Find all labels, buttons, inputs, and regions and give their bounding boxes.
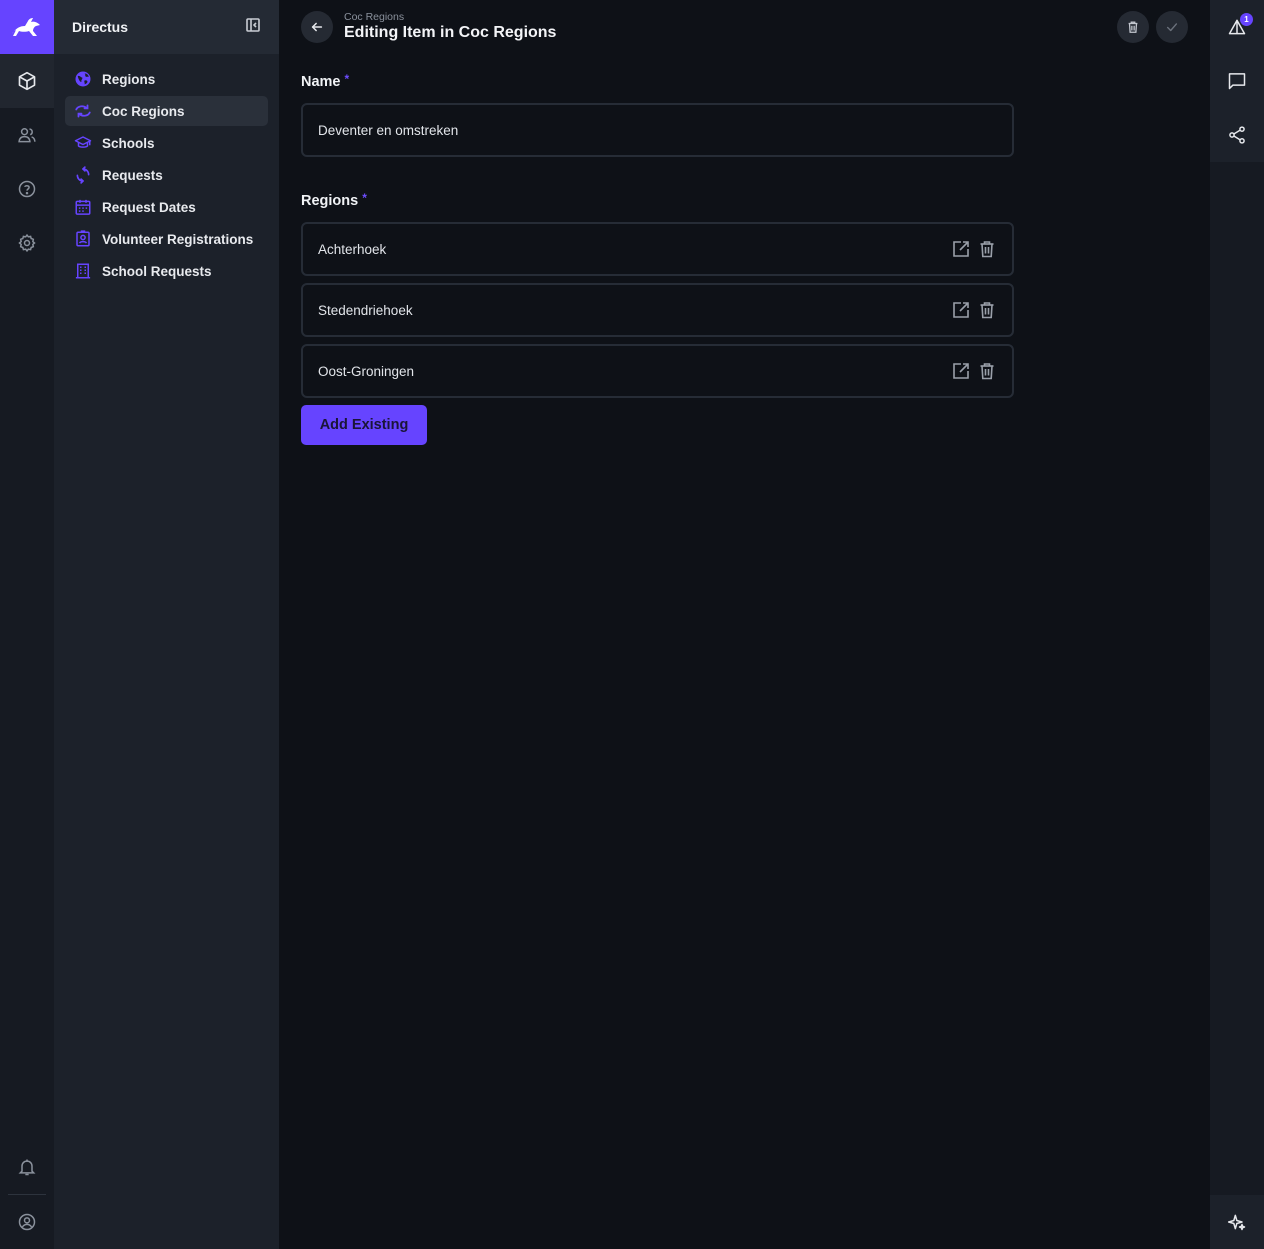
box-icon (18, 71, 36, 91)
account-button[interactable] (0, 1195, 54, 1249)
nav-header: Directus (54, 0, 279, 54)
region-item-actions (952, 300, 996, 320)
name-field-label: Name * (301, 72, 1014, 96)
app: Directus Regions Coc Regions Schools Req… (0, 0, 1264, 1249)
gear-icon (18, 233, 36, 253)
collapse-sidebar-button[interactable] (245, 17, 261, 38)
remove-item-button[interactable] (978, 300, 996, 320)
share-button[interactable] (1210, 108, 1264, 162)
notifications-button[interactable] (0, 1140, 54, 1194)
ai-assistant-button[interactable] (1210, 1195, 1264, 1249)
check-icon (1166, 23, 1178, 32)
building-icon (75, 263, 91, 279)
nav-item-regions[interactable]: Regions (65, 64, 268, 94)
nav-item-label: School Requests (102, 263, 212, 279)
trash-icon (980, 241, 994, 258)
open-item-button[interactable] (952, 361, 970, 381)
regions-list: Achterhoek Stedendriehoek Oost-Groningen (301, 222, 1014, 398)
breadcrumb[interactable]: Coc Regions (344, 11, 404, 23)
contact-card-icon (76, 230, 90, 247)
trash-icon (980, 363, 994, 380)
comments-button[interactable] (1210, 54, 1264, 108)
account-icon (18, 1213, 36, 1231)
regions-label-text: Regions (301, 193, 359, 209)
region-item-label: Oost-Groningen (318, 363, 415, 379)
calendar-icon (75, 199, 91, 215)
right-sidebar: 1 (1210, 0, 1264, 1249)
revisions-badge: 1 (1240, 13, 1253, 26)
globe-icon (75, 71, 91, 87)
module-users[interactable] (0, 108, 54, 162)
arrow-left-icon (311, 22, 323, 32)
module-content[interactable] (0, 54, 54, 108)
page-header: Coc Regions Editing Item in Coc Regions (279, 0, 1210, 54)
nav-item-label: Requests (102, 167, 163, 183)
add-existing-button[interactable]: Add Existing (301, 405, 427, 445)
open-in-new-icon (953, 241, 969, 257)
open-item-button[interactable] (952, 300, 970, 320)
collection-list: Regions Coc Regions Schools Requests Req… (54, 54, 279, 298)
nav-item-label: Request Dates (102, 199, 196, 215)
open-item-button[interactable] (952, 239, 970, 259)
module-settings[interactable] (0, 216, 54, 270)
name-label-text: Name (301, 74, 341, 90)
trash-icon (1128, 21, 1138, 33)
school-icon (74, 136, 92, 148)
region-item-actions (952, 361, 996, 381)
save-button[interactable] (1156, 11, 1188, 43)
sync-icon (75, 104, 91, 118)
nav-item-coc-regions[interactable]: Coc Regions (65, 96, 268, 126)
region-item-actions (952, 239, 996, 259)
regions-field-label: Regions * (301, 191, 1014, 215)
item-form: Name * Deventer en omstreken Regions * A… (301, 72, 1014, 445)
nav-item-request-dates[interactable]: Request Dates (65, 192, 268, 222)
region-item[interactable]: Oost-Groningen (301, 344, 1014, 398)
sidebar-toggle-icon (246, 17, 260, 32)
bell-icon (18, 1159, 36, 1176)
share-icon (1229, 126, 1245, 144)
nav-item-requests[interactable]: Requests (65, 160, 268, 190)
nav-item-label: Volunteer Registrations (102, 231, 254, 247)
refresh-icon (76, 166, 90, 184)
module-help[interactable] (0, 162, 54, 216)
revisions-button[interactable] (1210, 0, 1264, 54)
nav-item-label: Regions (102, 71, 156, 87)
remove-item-button[interactable] (978, 239, 996, 259)
users-icon (18, 127, 36, 143)
comments-icon (1228, 73, 1246, 90)
rabbit-logo-icon (12, 18, 40, 36)
nav-item-schools[interactable]: Schools (65, 128, 268, 158)
help-icon (18, 180, 36, 198)
back-button[interactable] (301, 11, 333, 43)
trash-icon (980, 302, 994, 319)
nav-item-label: Schools (102, 135, 155, 151)
open-in-new-icon (953, 363, 969, 379)
delete-item-button[interactable] (1117, 11, 1149, 43)
remove-item-button[interactable] (978, 361, 996, 381)
name-input[interactable]: Deventer en omstreken (301, 103, 1014, 157)
name-input-value: Deventer en omstreken (318, 122, 459, 138)
module-bar (0, 0, 54, 1249)
directus-logo[interactable] (0, 0, 54, 54)
nav-item-volunteer-registrations[interactable]: Volunteer Registrations (65, 224, 268, 254)
nav-item-label: Coc Regions (102, 103, 185, 119)
project-title: Directus (72, 19, 129, 35)
nav-item-school-requests[interactable]: School Requests (65, 256, 268, 286)
region-item-label: Stedendriehoek (318, 302, 413, 318)
required-mark: * (344, 72, 350, 86)
required-mark: * (362, 191, 367, 205)
page-title: Editing Item in Coc Regions (344, 24, 557, 41)
navigation-sidebar: Directus Regions Coc Regions Schools Req… (54, 0, 279, 1249)
region-item[interactable]: Stedendriehoek (301, 283, 1014, 337)
region-item-label: Achterhoek (318, 241, 387, 257)
sparkle-icon (1227, 1214, 1246, 1231)
region-item[interactable]: Achterhoek (301, 222, 1014, 276)
open-in-new-icon (953, 302, 969, 318)
